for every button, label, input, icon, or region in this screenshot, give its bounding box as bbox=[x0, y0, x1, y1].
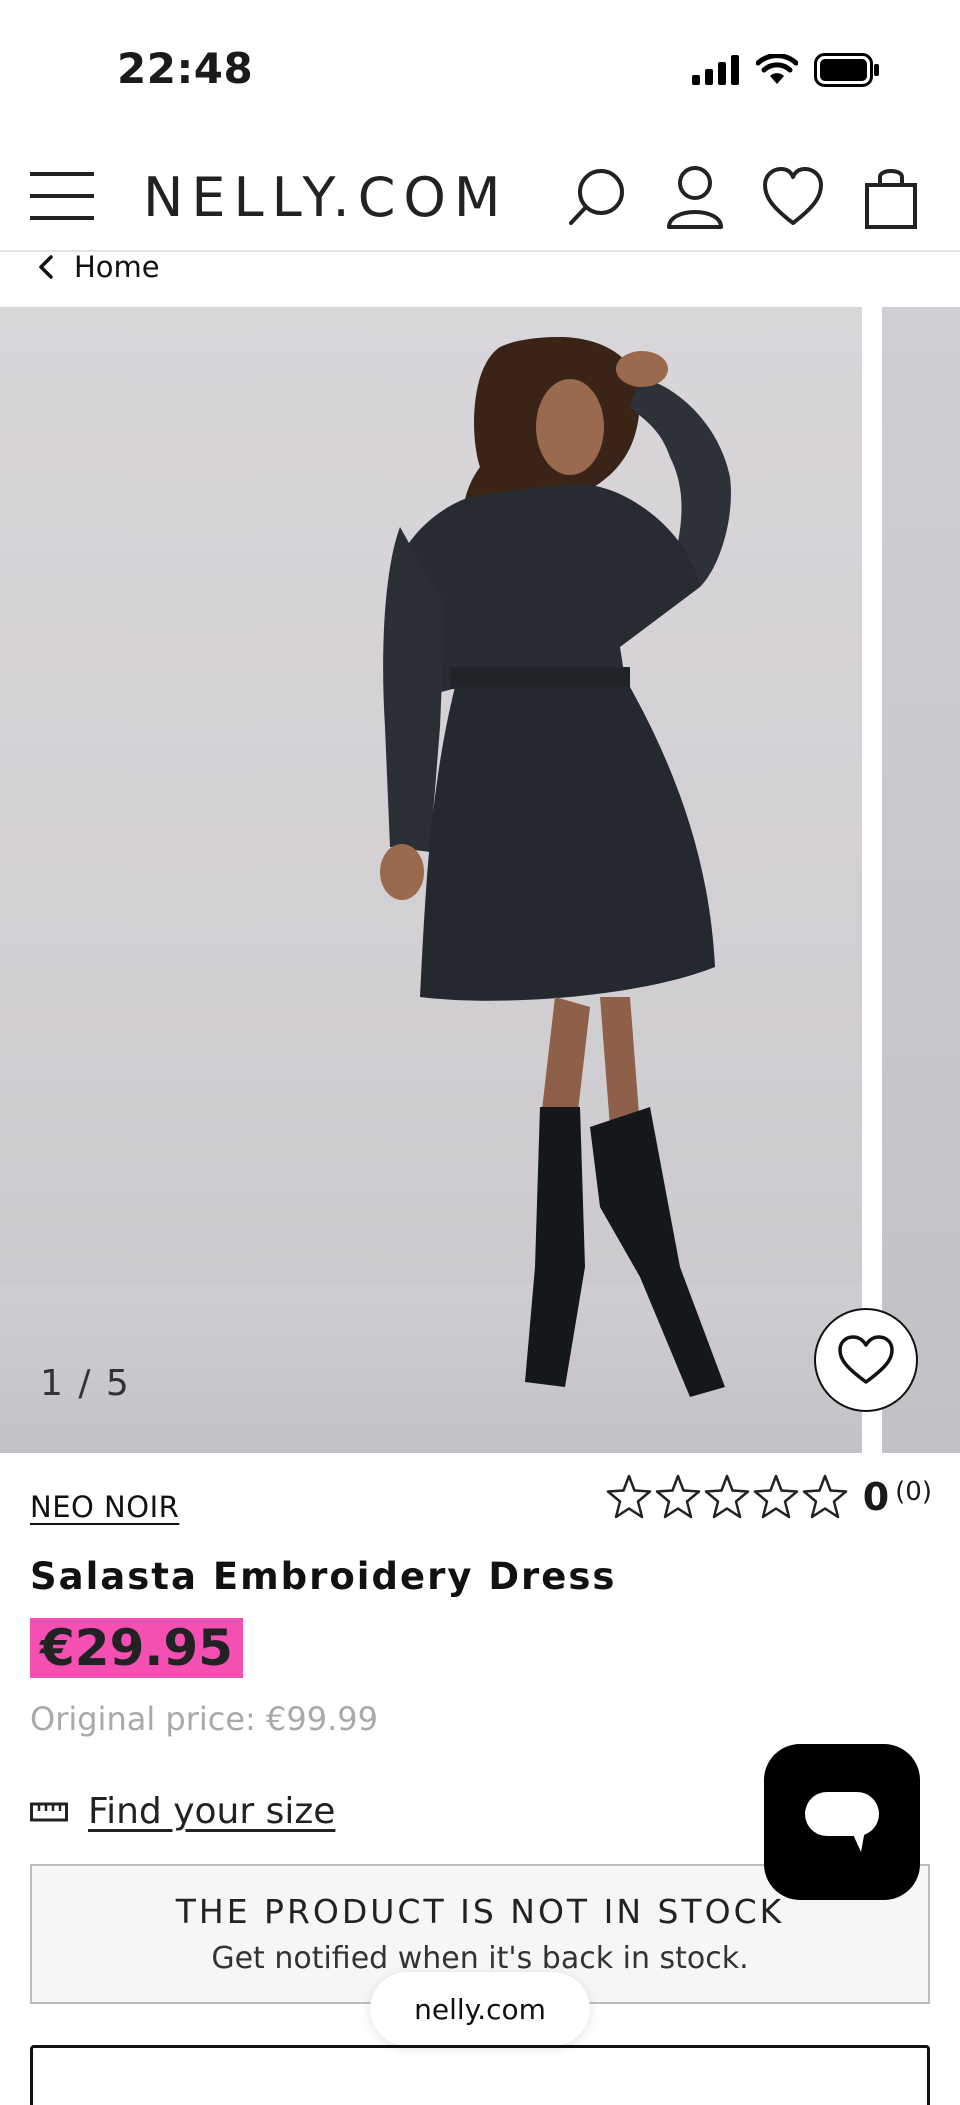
chat-button[interactable] bbox=[764, 1744, 920, 1900]
chevron-left-icon bbox=[39, 255, 53, 279]
product-title: Salasta Embroidery Dress bbox=[30, 1555, 617, 1598]
browser-url-pill[interactable]: nelly.com bbox=[370, 1972, 590, 2046]
status-icons bbox=[692, 50, 880, 90]
next-image-peek[interactable] bbox=[882, 307, 960, 1453]
search-icon[interactable] bbox=[567, 165, 629, 231]
find-your-size-link[interactable]: Find your size bbox=[30, 1791, 335, 1832]
model-illustration bbox=[380, 337, 731, 1397]
account-icon[interactable] bbox=[664, 165, 726, 231]
star-rating-icons bbox=[606, 1474, 847, 1519]
site-logo[interactable]: NELLY.COM bbox=[143, 166, 509, 229]
rating-value: 0 bbox=[862, 1475, 890, 1519]
breadcrumb[interactable]: Home bbox=[38, 250, 160, 284]
review-count: (0) bbox=[895, 1477, 932, 1507]
notify-back-in-stock-text: Get notified when it's back in stock. bbox=[211, 1941, 749, 1976]
find-your-size-label[interactable]: Find your size bbox=[88, 1791, 335, 1832]
cart-icon[interactable] bbox=[862, 165, 924, 231]
battery-icon bbox=[814, 53, 879, 87]
rating-summary[interactable]: 0 (0) bbox=[605, 1474, 932, 1520]
product-image[interactable] bbox=[0, 307, 862, 1453]
chat-bubble-icon bbox=[805, 1792, 879, 1852]
wishlist-icon[interactable] bbox=[762, 165, 824, 231]
original-price: Original price: €99.99 bbox=[30, 1700, 378, 1738]
brand-link[interactable]: NEO NOIR bbox=[30, 1490, 179, 1524]
menu-icon[interactable] bbox=[30, 170, 96, 224]
ruler-icon bbox=[30, 1802, 68, 1821]
heart-icon bbox=[838, 1335, 894, 1384]
wifi-icon bbox=[756, 54, 798, 84]
signal-icon bbox=[692, 55, 739, 85]
breadcrumb-home-link[interactable]: Home bbox=[74, 250, 160, 284]
notify-me-button[interactable] bbox=[30, 2045, 930, 2105]
add-to-wishlist-button[interactable] bbox=[814, 1308, 918, 1412]
sale-price: €29.95 bbox=[30, 1618, 243, 1678]
image-counter: 1 / 5 bbox=[40, 1363, 131, 1404]
status-time: 22:48 bbox=[117, 44, 254, 93]
